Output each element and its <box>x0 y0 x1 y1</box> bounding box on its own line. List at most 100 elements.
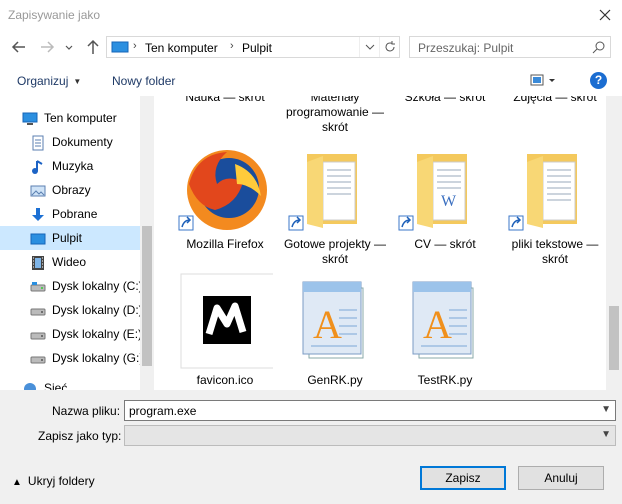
navigation-pane: Ten komputer Dokumenty Muzyka Obrazy Pob… <box>0 96 155 390</box>
title-bar: Zapisywanie jako <box>0 0 622 32</box>
file-label: pliki tekstowe — skrót <box>511 237 599 266</box>
close-icon[interactable] <box>594 4 616 26</box>
sidebar-item-video[interactable]: Wideo <box>0 250 140 274</box>
sidebar-item-label: Muzyka <box>52 159 94 173</box>
refresh-button[interactable] <box>379 37 399 57</box>
computer-icon <box>111 41 129 53</box>
sidebar-item-drive-d[interactable]: Dysk lokalny (D:) <box>0 298 143 322</box>
organize-menu[interactable]: Organizuj ▼ <box>17 74 81 88</box>
toolbar: Organizuj ▼ Nowy folder <box>0 64 622 96</box>
sidebar-item-network[interactable]: Sieć <box>0 376 140 390</box>
hide-folders-label: Ukryj foldery <box>27 474 95 488</box>
forward-arrow-icon[interactable] <box>38 38 56 56</box>
sidebar-item-label: Dysk lokalny (D:) <box>52 303 143 317</box>
up-arrow-icon[interactable] <box>84 38 102 56</box>
help-icon[interactable]: ? <box>590 72 607 89</box>
downloads-icon <box>32 208 44 221</box>
sidebar-item-documents[interactable]: Dokumenty <box>0 130 140 154</box>
drive-icon <box>30 308 46 316</box>
search-box[interactable]: Przeszukaj: Pulpit <box>409 36 611 58</box>
network-icon <box>24 383 36 390</box>
new-folder-button[interactable]: Nowy folder <box>112 74 175 88</box>
search-placeholder: Przeszukaj: Pulpit <box>418 41 514 55</box>
sidebar-item-music[interactable]: Muzyka <box>0 154 140 178</box>
sidebar-item-label: Wideo <box>52 255 87 269</box>
sidebar-item-drive-c[interactable]: Dysk lokalny (C:) <box>0 274 143 298</box>
cancel-button[interactable]: Anuluj <box>518 466 604 490</box>
drive-icon <box>30 282 46 292</box>
organize-label: Organizuj <box>17 74 69 88</box>
drive-icon <box>30 356 46 364</box>
file-item-pliki-tekstowe[interactable]: pliki tekstowe — skrót <box>503 144 606 267</box>
filetype-select[interactable]: ▼ <box>124 425 616 446</box>
view-options-icon[interactable] <box>530 73 560 89</box>
svg-text:W: W <box>441 193 457 210</box>
file-label: Nauka — skrót <box>185 96 265 104</box>
file-item[interactable]: Zdjęcia — skrót <box>503 96 606 105</box>
sidebar-item-downloads[interactable]: Pobrane <box>0 202 140 226</box>
svg-text:A: A <box>423 302 452 347</box>
file-label: Zdjęcia — skrót <box>513 96 597 104</box>
filetype-label: Zapisz jako typ: <box>38 429 122 443</box>
sidebar-item-drive-g[interactable]: Dysk lokalny (G:) <box>0 346 143 370</box>
back-arrow-icon[interactable] <box>10 38 28 56</box>
file-label: Szkoła — skrót <box>404 96 486 104</box>
breadcrumb-this-pc[interactable]: Ten komputer <box>145 41 218 55</box>
file-item-favicon[interactable]: favicon.ico <box>173 272 277 388</box>
sidebar-item-label: Obrazy <box>52 183 91 197</box>
sidebar-item-label: Dokumenty <box>52 135 113 149</box>
recent-chevron-icon[interactable] <box>64 38 74 56</box>
window-title: Zapisywanie jako <box>8 8 101 22</box>
breadcrumb-desktop[interactable]: Pulpit <box>242 41 272 55</box>
file-item[interactable]: Materiały programowanie — skrót <box>283 96 387 135</box>
chevron-down-icon[interactable]: ▼ <box>601 404 611 415</box>
refresh-icon <box>385 41 395 52</box>
file-item-gotowe-projekty[interactable]: Gotowe projekty — skrót <box>283 144 387 267</box>
file-label: favicon.ico <box>196 373 254 387</box>
scrollbar-thumb[interactable] <box>142 226 152 366</box>
drive-icon <box>30 332 46 340</box>
scrollbar-thumb[interactable] <box>609 306 619 370</box>
address-dropdown[interactable] <box>359 37 379 57</box>
chevron-down-icon: ▼ <box>601 429 611 440</box>
music-icon <box>32 160 43 174</box>
sidebar-item-desktop[interactable]: Pulpit <box>0 226 140 250</box>
sidebar-item-label: Dysk lokalny (C:) <box>52 279 143 293</box>
folder-shortcut-icon: W <box>398 154 467 231</box>
file-label: Mozilla Firefox <box>186 237 264 251</box>
filename-value: program.exe <box>129 404 197 418</box>
save-button[interactable]: Zapisz <box>420 466 506 490</box>
chevron-down-icon: ▼ <box>73 77 82 86</box>
filename-label: Nazwa pliku: <box>52 404 121 418</box>
desktop-icon <box>30 233 46 245</box>
sidebar-item-label: Pobrane <box>52 207 98 221</box>
hide-folders-toggle[interactable]: ▲ Ukryj foldery <box>12 474 95 488</box>
filename-input[interactable]: program.exe ▼ <box>124 400 616 421</box>
address-bar[interactable]: › Ten komputer › Pulpit <box>106 36 400 58</box>
breadcrumb-separator: › <box>133 40 137 52</box>
sidebar-item-label: Ten komputer <box>44 111 117 125</box>
text-file-icon: A <box>302 281 364 359</box>
video-icon <box>32 256 44 270</box>
svg-text:A: A <box>313 302 342 347</box>
chevron-down-icon <box>365 44 375 50</box>
text-file-icon: A <box>412 281 474 359</box>
folder-shortcut-icon <box>288 154 357 231</box>
file-label: TestRK.py <box>417 373 473 387</box>
sidebar-scrollbar[interactable] <box>140 96 154 390</box>
file-item-cv[interactable]: W CV — skrót <box>393 144 497 252</box>
file-item[interactable]: Szkoła — skrót <box>393 96 497 105</box>
sidebar-item-this-pc[interactable]: Ten komputer <box>0 106 140 130</box>
image-file-icon <box>180 273 276 369</box>
sidebar-item-drive-e[interactable]: Dysk lokalny (E:) <box>0 322 143 346</box>
sidebar-item-pictures[interactable]: Obrazy <box>0 178 140 202</box>
file-item-testrk[interactable]: A TestRK.py <box>393 272 497 388</box>
file-item-firefox[interactable]: Mozilla Firefox <box>173 144 277 252</box>
file-item-genrk[interactable]: A GenRK.py <box>283 272 387 388</box>
file-item[interactable]: Nauka — skrót <box>173 96 277 105</box>
file-view-scrollbar[interactable] <box>606 96 622 390</box>
file-label: CV — skrót <box>414 237 476 251</box>
sidebar-item-label: Dysk lokalny (E:) <box>52 327 143 341</box>
firefox-icon <box>178 150 267 231</box>
sidebar-item-label: Pulpit <box>52 231 83 245</box>
